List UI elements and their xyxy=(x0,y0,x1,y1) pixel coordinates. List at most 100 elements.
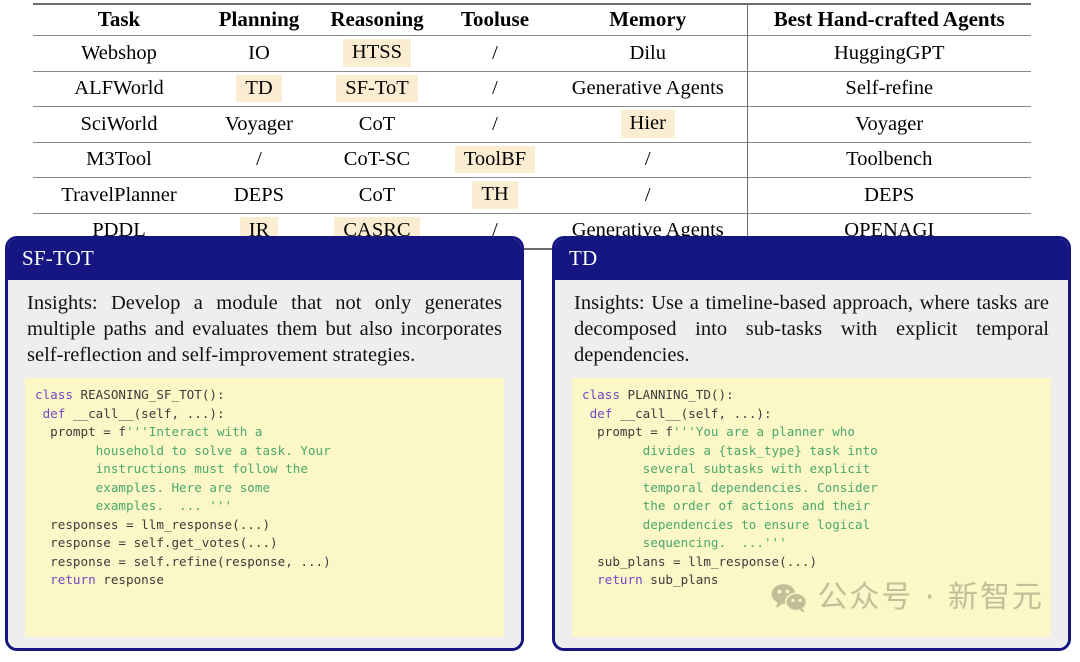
column-header-tooluse: Tooluse xyxy=(441,3,549,36)
card-td: TD Insights: Use a timeline-based approa… xyxy=(552,236,1071,651)
card-body-sf-tot: Insights: Develop a module that not only… xyxy=(8,280,521,648)
code-token: dependencies to ensure logical xyxy=(582,516,871,532)
column-header-memory: Memory xyxy=(549,3,747,36)
code-token: REASONING_SF_TOT(): xyxy=(80,387,225,403)
table-row: SciWorld Voyager CoT / Hier Voyager xyxy=(33,106,1031,142)
cell-task: SciWorld xyxy=(33,106,205,142)
cell-task: ALFWorld xyxy=(33,70,205,107)
insight-cards-container: SF-TOT Insights: Develop a module that n… xyxy=(5,236,1075,651)
cell-task: Webshop xyxy=(33,35,205,71)
cell-reasoning-highlight: SF-ToT xyxy=(336,74,418,102)
code-token: the order of actions and their xyxy=(582,498,871,514)
card-body-td: Insights: Use a timeline-based approach,… xyxy=(555,280,1068,648)
card-title-sf-tot: SF-TOT xyxy=(8,239,521,280)
code-line: sequencing. ...''' xyxy=(582,535,787,550)
card-sf-tot: SF-TOT Insights: Develop a module that n… xyxy=(5,236,524,651)
cell-memory: Hier xyxy=(549,106,747,142)
cell-best-agent: Self-refine xyxy=(746,70,1031,107)
code-token: several subtasks with explicit xyxy=(582,461,871,477)
column-header-reasoning: Reasoning xyxy=(313,3,441,36)
code-token: divides a {task_type} task into xyxy=(582,442,878,458)
code-token: examples. Here are some xyxy=(35,479,271,495)
comparison-table-container: Task Planning Reasoning Tooluse Memory B… xyxy=(33,3,1031,250)
cell-reasoning-highlight: HTSS xyxy=(342,39,412,67)
code-line: the order of actions and their xyxy=(582,498,870,513)
cell-best-agent: Voyager xyxy=(746,106,1031,142)
code-line: instructions must follow the xyxy=(35,461,308,476)
table-header-row: Task Planning Reasoning Tooluse Memory B… xyxy=(33,3,1031,36)
code-line: prompt = f'''Interact with a xyxy=(35,424,262,439)
table-row: M3Tool / CoT-SC ToolBF / Toolbench xyxy=(33,141,1031,178)
cell-tooluse-highlight: TH xyxy=(472,181,518,209)
code-token: class xyxy=(35,387,81,403)
code-line: temporal dependencies. Consider xyxy=(582,480,878,495)
code-line: response = self.refine(response, ...) xyxy=(35,554,331,569)
code-line: several subtasks with explicit xyxy=(582,461,870,476)
cell-tooluse: / xyxy=(441,70,549,107)
cell-memory: / xyxy=(549,141,747,178)
code-line: divides a {task_type} task into xyxy=(582,443,878,458)
code-token: prompt = f xyxy=(582,424,673,440)
code-token: sub_plans xyxy=(650,572,719,588)
code-line: sub_plans = llm_response(...) xyxy=(582,554,817,569)
cell-tooluse: / xyxy=(441,106,549,142)
code-block-sf-tot: class REASONING_SF_TOT(): def __call__(s… xyxy=(25,378,504,637)
watermark-text: 公众号 · 新智元 xyxy=(817,579,1044,615)
code-line: examples. Here are some xyxy=(35,480,270,495)
code-token: temporal dependencies. Consider xyxy=(582,479,878,495)
comparison-table: Task Planning Reasoning Tooluse Memory B… xyxy=(33,3,1031,250)
cell-reasoning: CoT xyxy=(313,177,441,213)
code-line: class REASONING_SF_TOT(): xyxy=(35,387,225,402)
code-line: return response xyxy=(35,572,164,587)
code-token: responses = llm_response(...) xyxy=(35,516,271,532)
cell-planning-highlight: TD xyxy=(236,74,282,102)
code-token: def xyxy=(42,405,73,421)
code-line: def __call__(self, ...): xyxy=(35,406,225,421)
code-line: household to solve a task. Your xyxy=(35,443,331,458)
code-token: '''You are a planner who xyxy=(673,424,855,440)
code-token: __call__(self, ...): xyxy=(619,405,772,421)
cell-tooluse: ToolBF xyxy=(441,141,549,178)
cell-memory: Dilu xyxy=(549,35,747,71)
cell-tooluse: / xyxy=(441,35,549,71)
code-token: class xyxy=(582,387,628,403)
column-header-best-agents: Best Hand-crafted Agents xyxy=(746,3,1031,36)
cell-reasoning: CoT-SC xyxy=(313,141,441,178)
code-line: examples. ... ''' xyxy=(35,498,232,513)
code-token: household to solve a task. Your xyxy=(35,442,331,458)
cell-reasoning: SF-ToT xyxy=(313,70,441,107)
wechat-icon xyxy=(771,584,808,613)
cell-task: M3Tool xyxy=(33,141,205,178)
code-token: PLANNING_TD(): xyxy=(627,387,734,403)
column-header-task: Task xyxy=(33,3,205,36)
card-insights-td: Insights: Use a timeline-based approach,… xyxy=(574,292,1049,366)
cell-memory: / xyxy=(549,177,747,213)
code-token: return xyxy=(50,572,104,588)
code-line: return sub_plans xyxy=(582,572,719,588)
cell-memory: Generative Agents xyxy=(549,70,747,107)
cell-best-agent: HuggingGPT xyxy=(746,35,1031,71)
code-line: prompt = f'''You are a planner who xyxy=(582,424,855,439)
code-block-td: class PLANNING_TD(): def __call__(self, … xyxy=(572,378,1051,637)
code-line: response = self.get_votes(...) xyxy=(35,535,278,551)
cell-planning: IO xyxy=(205,35,313,71)
table-row: ALFWorld TD SF-ToT / Generative Agents Self-r… xyxy=(33,70,1031,107)
cell-best-agent: Toolbench xyxy=(746,141,1031,178)
code-line: class PLANNING_TD(): xyxy=(582,387,734,402)
cell-tooluse-highlight: ToolBF xyxy=(454,145,536,173)
code-token: sequencing. ...''' xyxy=(582,535,787,551)
cell-reasoning: HTSS xyxy=(313,35,441,71)
cell-planning: TD xyxy=(205,70,313,107)
code-token: response = self.get_votes(...) xyxy=(35,535,278,551)
cell-reasoning: CoT xyxy=(313,106,441,142)
watermark: 公众号 · 新智元 xyxy=(770,576,1044,620)
code-token: sub_plans = llm_response(...) xyxy=(582,553,818,569)
cell-planning: DEPS xyxy=(205,177,313,213)
card-insights-sf-tot: Insights: Develop a module that not only… xyxy=(27,292,502,366)
code-line: responses = llm_response(...) xyxy=(35,517,270,532)
cell-tooluse: TH xyxy=(441,177,549,213)
code-token: response xyxy=(103,572,164,588)
cell-best-agent: DEPS xyxy=(746,177,1031,213)
